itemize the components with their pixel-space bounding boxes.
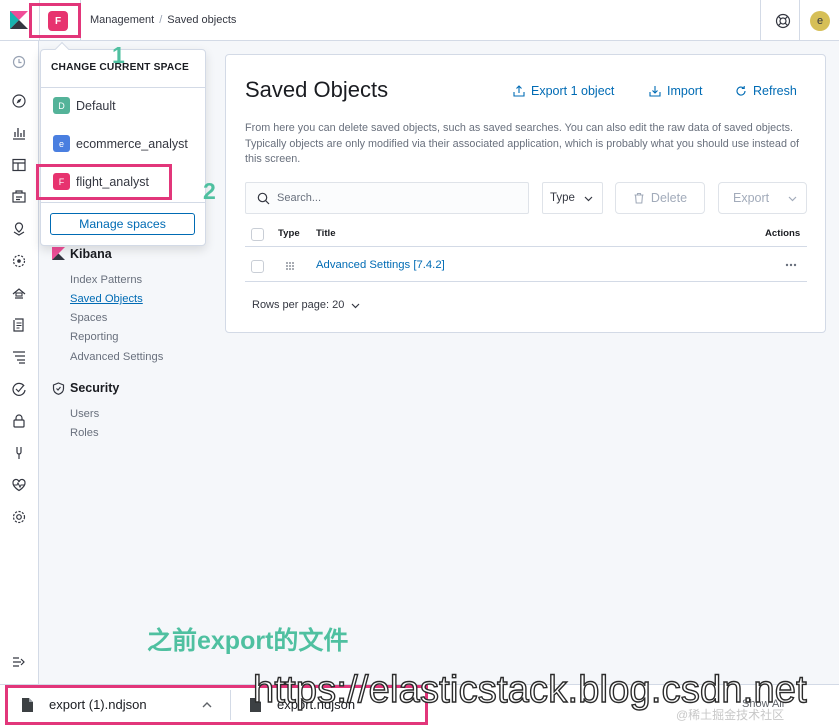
import-label: Import (667, 84, 703, 98)
collapse-icon[interactable] (12, 656, 26, 668)
table-row-divider (245, 281, 807, 282)
space-item-ecommerce-analyst[interactable]: e ecommerce_analyst (53, 135, 188, 152)
top-header: F Management / Saved objects e (0, 0, 839, 41)
highlight-box-space-button (29, 3, 81, 38)
header-divider (799, 0, 800, 41)
export-all-button[interactable]: Export 1 object (513, 84, 614, 98)
space-avatar: e (53, 135, 70, 152)
dashboard-icon[interactable] (11, 157, 27, 173)
visualize-icon[interactable] (11, 125, 27, 141)
siem-icon[interactable] (11, 413, 27, 429)
rows-per-page-selector[interactable]: Rows per page: 20 (252, 299, 360, 311)
management-icon[interactable] (11, 509, 27, 525)
annotation-note: 之前export的文件 (147, 627, 349, 655)
ml-icon[interactable] (11, 253, 27, 269)
space-name: Default (76, 98, 116, 113)
select-all-checkbox[interactable] (251, 228, 264, 241)
uptime-icon[interactable] (11, 381, 27, 397)
manage-spaces-button[interactable]: Manage spaces (50, 213, 195, 235)
apm-icon[interactable] (11, 349, 27, 365)
breadcrumb-management[interactable]: Management (90, 14, 154, 26)
export-all-label: Export 1 object (531, 84, 615, 98)
sidebar-item-users[interactable]: Users (70, 408, 99, 420)
search-input[interactable] (277, 189, 517, 207)
canvas-icon[interactable] (11, 189, 27, 205)
header-divider (760, 0, 761, 41)
import-icon (649, 86, 661, 97)
infrastructure-icon[interactable] (11, 285, 27, 301)
sidebar-item-advanced-settings[interactable]: Advanced Settings (70, 351, 163, 363)
type-filter-button[interactable]: Type (542, 182, 603, 214)
breadcrumb-saved-objects: Saved objects (167, 14, 237, 26)
popover-arrow (54, 41, 70, 57)
logs-icon[interactable] (11, 317, 27, 333)
help-icon[interactable] (775, 13, 791, 29)
shield-icon (52, 382, 65, 395)
search-box (245, 182, 529, 214)
column-header-type[interactable]: Type (278, 228, 300, 239)
delete-button[interactable]: Delete (615, 182, 705, 214)
sidebar-item-index-patterns[interactable]: Index Patterns (70, 274, 142, 286)
table-row-title-link[interactable]: Advanced Settings [7.4.2] (316, 259, 445, 271)
saved-objects-panel: Saved Objects Export 1 object Import Ref… (225, 54, 826, 333)
highlight-box-flight-analyst (36, 164, 172, 200)
left-nav (0, 41, 39, 684)
refresh-icon (736, 86, 746, 96)
refresh-label: Refresh (753, 84, 797, 98)
popover-divider (41, 202, 205, 203)
delete-label: Delete (650, 191, 688, 205)
devtools-icon[interactable] (11, 445, 27, 461)
chevron-down-icon (584, 196, 593, 202)
sidebar-item-roles[interactable]: Roles (70, 427, 99, 439)
column-header-title[interactable]: Title (316, 228, 336, 239)
maps-icon[interactable] (11, 221, 27, 237)
search-icon (257, 192, 270, 205)
sidebar-item-reporting[interactable]: Reporting (70, 331, 119, 343)
kibana-section-title: Kibana (70, 247, 112, 261)
page-description: From here you can delete saved objects, … (245, 122, 799, 165)
page-title: Saved Objects (245, 77, 389, 102)
annotation-step-2: 2 (203, 178, 216, 204)
space-name: ecommerce_analyst (76, 136, 188, 151)
export-icon (513, 85, 525, 97)
popover-divider (41, 87, 205, 88)
row-checkbox[interactable] (251, 260, 264, 273)
refresh-button[interactable]: Refresh (735, 84, 797, 98)
rows-per-page-label: Rows per page: 20 (252, 299, 345, 311)
column-header-actions: Actions (765, 228, 801, 239)
discover-icon[interactable] (11, 93, 27, 109)
export-label: Export (733, 191, 770, 205)
kibana-logo-icon[interactable] (10, 11, 28, 29)
more-actions-icon[interactable] (785, 260, 797, 270)
kibana-section-icon (52, 247, 65, 260)
security-section-title: Security (70, 381, 120, 395)
chevron-down-icon (351, 303, 360, 308)
avatar[interactable]: e (810, 11, 830, 31)
space-selector-popover: CHANGE CURRENT SPACE D Default e ecommer… (40, 41, 206, 246)
table-header-divider (245, 246, 807, 247)
import-button[interactable]: Import (649, 84, 702, 98)
sidebar-item-saved-objects[interactable]: Saved Objects (70, 293, 143, 305)
advanced-settings-type-icon (286, 262, 294, 270)
annotation-step-1: 1 (112, 42, 125, 68)
breadcrumb: Management / Saved objects (90, 14, 237, 26)
type-filter-label: Type (550, 192, 575, 204)
watermark-small: @稀土掘金技术社区 (676, 708, 785, 722)
trash-icon (634, 192, 644, 204)
chevron-down-icon (788, 196, 797, 202)
space-item-default[interactable]: D Default (53, 97, 116, 114)
monitoring-icon[interactable] (11, 477, 27, 493)
space-avatar: D (53, 97, 70, 114)
export-button[interactable]: Export (718, 182, 807, 214)
clock-icon[interactable] (11, 54, 27, 70)
sidebar-item-spaces[interactable]: Spaces (70, 312, 107, 324)
